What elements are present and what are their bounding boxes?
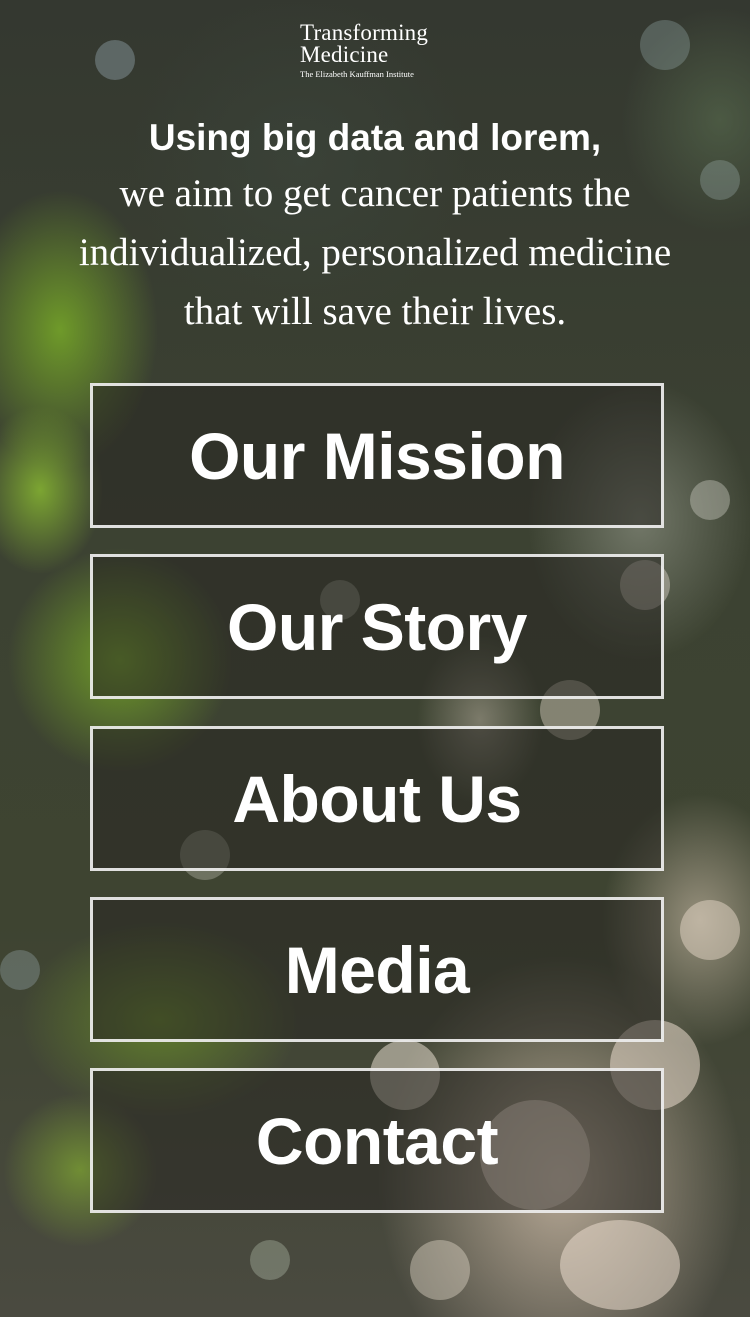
nav-media-button[interactable]: Media xyxy=(90,897,664,1042)
nav-contact-button[interactable]: Contact xyxy=(90,1068,664,1213)
nav-our-mission-button[interactable]: Our Mission xyxy=(90,383,664,528)
nav-our-story-button[interactable]: Our Story xyxy=(90,554,664,699)
tagline-lead: Using big data and lorem, xyxy=(148,117,602,158)
tagline-body: we aim to get cancer patients the indivi… xyxy=(78,172,672,333)
nav-about-us-button[interactable]: About Us xyxy=(90,726,664,871)
logo-title-line1: Transforming xyxy=(300,20,429,45)
main-navigation: Our Mission Our Story About Us Media Con… xyxy=(90,383,664,1239)
logo-title-line2: Medicine xyxy=(300,42,389,67)
logo-subtitle: The Elizabeth Kauffman Institute xyxy=(300,69,414,79)
site-logo[interactable]: Transforming Medicine The Elizabeth Kauf… xyxy=(300,20,429,80)
hero-tagline: Using big data and lorem, we aim to get … xyxy=(0,112,750,341)
